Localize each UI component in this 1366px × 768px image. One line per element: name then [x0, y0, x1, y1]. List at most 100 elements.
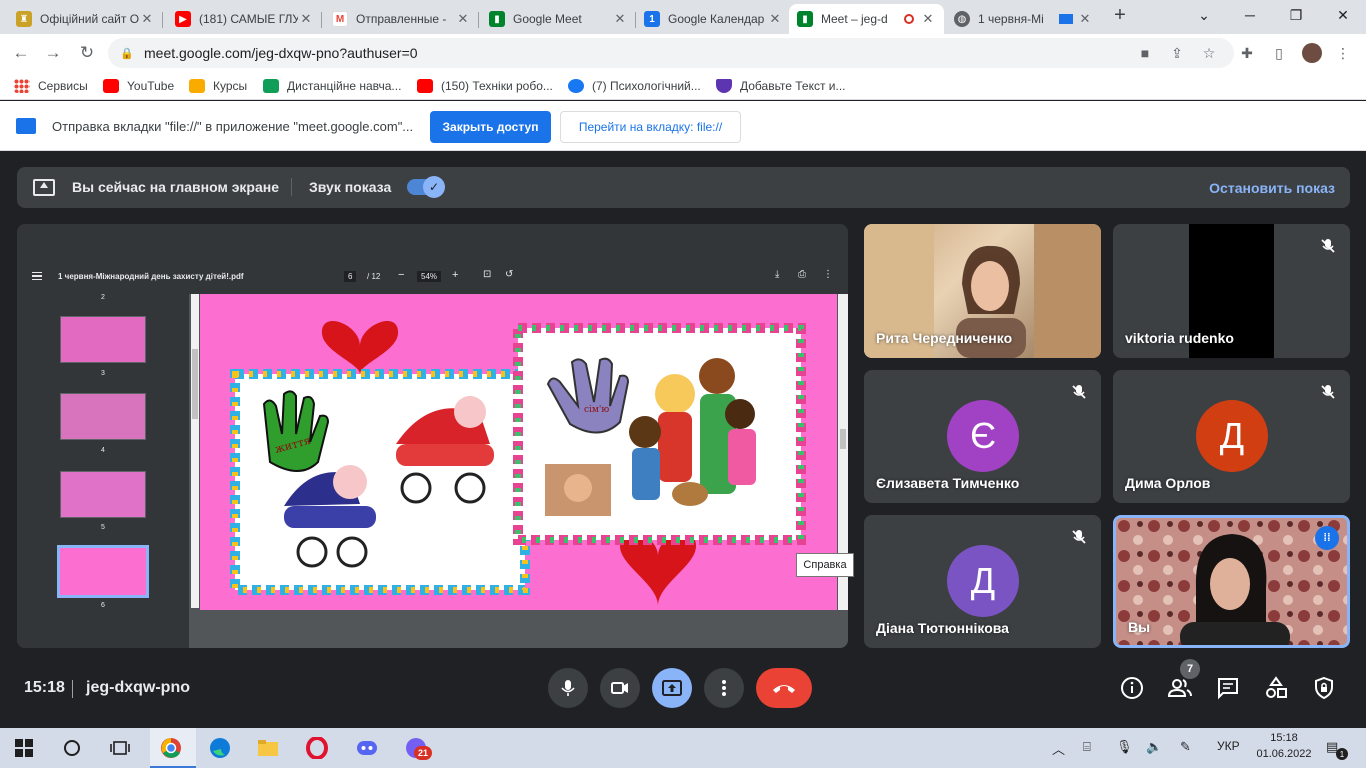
scroll-thumb[interactable]	[192, 349, 198, 419]
tab-0[interactable]: ♜ Офіційний сайт О ✕	[8, 4, 163, 34]
print-icon[interactable]: ⎙	[798, 269, 806, 280]
search-icon[interactable]	[60, 736, 84, 760]
share-icon[interactable]: ⇪	[1168, 44, 1186, 62]
close-icon[interactable]: ✕	[920, 11, 936, 27]
participant-tile-self[interactable]: ⁞⁞ Вы	[1113, 515, 1350, 648]
tab-5[interactable]: ▮ Meet – jeg-d ✕	[789, 4, 944, 34]
bookmark-label: (150) Техніки робо...	[441, 79, 553, 93]
thumbnail-4[interactable]	[60, 393, 146, 440]
address-bar[interactable]: 🔒 meet.google.com/jeg-dxqw-pno?authuser=…	[108, 38, 1234, 68]
check-icon: ✓	[423, 176, 445, 198]
participant-name: Діана Тютюннікова	[876, 620, 1009, 636]
close-icon[interactable]: ✕	[298, 11, 314, 27]
taskbar-date[interactable]: 01.06.2022	[1252, 748, 1316, 760]
download-icon[interactable]: ⤓	[775, 269, 779, 280]
edge-icon[interactable]	[208, 736, 232, 760]
participant-tile-0[interactable]: Рита Чередниченко	[864, 224, 1101, 358]
microphone-tray-icon[interactable]: 🎙	[1116, 739, 1133, 755]
window-close-button[interactable]: ✕	[1320, 0, 1366, 30]
bookmark-distance[interactable]: Дистанційне навча...	[263, 77, 401, 95]
participant-tile-2[interactable]: Є Єлизавета Тимченко	[864, 370, 1101, 503]
pen-icon[interactable]: ✎	[1180, 739, 1191, 755]
activities-button[interactable]	[1262, 674, 1290, 702]
bookmark-add-text[interactable]: Добавьте Текст и...	[716, 77, 846, 95]
tab-3[interactable]: ▮ Google Meet ✕	[481, 4, 636, 34]
participant-tile-4[interactable]: Д Діана Тютюннікова	[864, 515, 1101, 648]
bookmark-courses[interactable]: Курсы	[189, 77, 247, 95]
taskbar-time[interactable]: 15:18	[1266, 732, 1302, 744]
infobar-message: Отправка вкладки "file://" в приложение …	[52, 119, 414, 134]
switch-to-tab-button[interactable]: Перейти на вкладку: file://	[560, 111, 741, 143]
present-button[interactable]	[652, 668, 692, 708]
participant-tile-1[interactable]: viktoria rudenko	[1113, 224, 1350, 358]
minimize-button[interactable]: ─	[1227, 0, 1273, 30]
extensions-icon[interactable]: ✚	[1238, 44, 1256, 62]
file-explorer-icon[interactable]	[256, 736, 280, 760]
thumbnail-6[interactable]	[57, 545, 149, 598]
lock-icon[interactable]: 🔒	[120, 47, 134, 60]
close-icon[interactable]: ✕	[767, 11, 783, 27]
forward-icon[interactable]: →	[42, 42, 64, 64]
stop-sharing-button[interactable]: Закрыть доступ	[430, 111, 551, 143]
thumbnail-5[interactable]	[60, 471, 146, 518]
back-icon[interactable]: ←	[10, 42, 32, 64]
boy-figure	[629, 416, 661, 448]
leave-call-button[interactable]	[756, 668, 812, 708]
camera-button[interactable]	[600, 668, 640, 708]
bookmark-services[interactable]: Сервисы	[14, 77, 88, 95]
reload-icon[interactable]: ↻	[76, 42, 98, 64]
page-input[interactable]: 6	[344, 271, 357, 282]
tab-4[interactable]: 1 Google Календар ✕	[636, 4, 791, 34]
host-controls-button[interactable]	[1310, 674, 1338, 702]
tab-1[interactable]: ▶ (181) САМЫЕ ГЛУ ✕	[167, 4, 322, 34]
rotate-icon[interactable]: ↺	[505, 269, 513, 280]
restore-button[interactable]: ❐	[1273, 0, 1319, 30]
profile-avatar[interactable]	[1302, 43, 1322, 63]
tab-2[interactable]: M Отправленные - ✕	[324, 4, 479, 34]
side-panel-icon[interactable]: ▯	[1270, 44, 1288, 62]
task-view-icon[interactable]	[108, 736, 132, 760]
cast-icon	[1059, 14, 1073, 24]
zoom-out-icon[interactable]: −	[398, 269, 404, 281]
more-icon[interactable]: ⋮	[823, 269, 833, 280]
thumbnail-scrollbar[interactable]	[191, 294, 199, 608]
more-options-button[interactable]	[704, 668, 744, 708]
hamburger-icon[interactable]	[32, 272, 42, 280]
windows-start-icon[interactable]	[12, 736, 36, 760]
show-hidden-icons[interactable]: ︿	[1052, 739, 1065, 758]
star-icon[interactable]: ☆	[1200, 44, 1218, 62]
present-now-icon	[662, 680, 682, 696]
close-icon[interactable]: ✕	[139, 11, 155, 27]
new-tab-button[interactable]: +	[1108, 4, 1132, 30]
bookmark-psychology[interactable]: (7) Психологічний...	[568, 77, 701, 95]
youtube-icon	[417, 79, 433, 93]
stop-presenting-button[interactable]: Остановить показ	[1209, 180, 1335, 196]
participant-tile-3[interactable]: Д Дима Орлов	[1113, 370, 1350, 503]
screen-share-icon	[16, 118, 36, 134]
mic-button[interactable]	[548, 668, 588, 708]
chrome-icon[interactable]	[159, 736, 183, 760]
network-icon[interactable]: ⌸	[1083, 739, 1091, 755]
camera-icon[interactable]: ■	[1136, 44, 1154, 62]
zoom-level[interactable]: 54%	[417, 271, 442, 282]
language-indicator[interactable]: УКР	[1217, 739, 1240, 753]
scroll-thumb[interactable]	[840, 429, 846, 449]
close-icon[interactable]: ✕	[612, 11, 628, 27]
fit-page-icon[interactable]: ⊡	[483, 269, 491, 280]
audio-toggle[interactable]: ✓	[407, 176, 445, 198]
bookmark-youtube[interactable]: YouTube	[103, 77, 174, 95]
close-icon[interactable]: ✕	[1077, 11, 1093, 27]
camera-icon	[611, 682, 628, 694]
thumbnail-3[interactable]	[60, 316, 146, 363]
tab-6[interactable]: ◍ 1 червня-Мі ✕	[946, 4, 1101, 34]
chat-button[interactable]	[1214, 674, 1242, 702]
zoom-in-icon[interactable]: +	[452, 269, 458, 281]
meeting-details-button[interactable]	[1118, 674, 1146, 702]
volume-icon[interactable]: 🔈	[1146, 739, 1162, 755]
close-icon[interactable]: ✕	[455, 11, 471, 27]
bookmark-techniques[interactable]: (150) Техніки робо...	[417, 77, 553, 95]
tab-search-icon[interactable]: ⌄	[1181, 0, 1227, 30]
menu-icon[interactable]: ⋮	[1334, 44, 1352, 62]
opera-icon[interactable]	[305, 736, 329, 760]
discord-icon[interactable]	[355, 736, 379, 760]
